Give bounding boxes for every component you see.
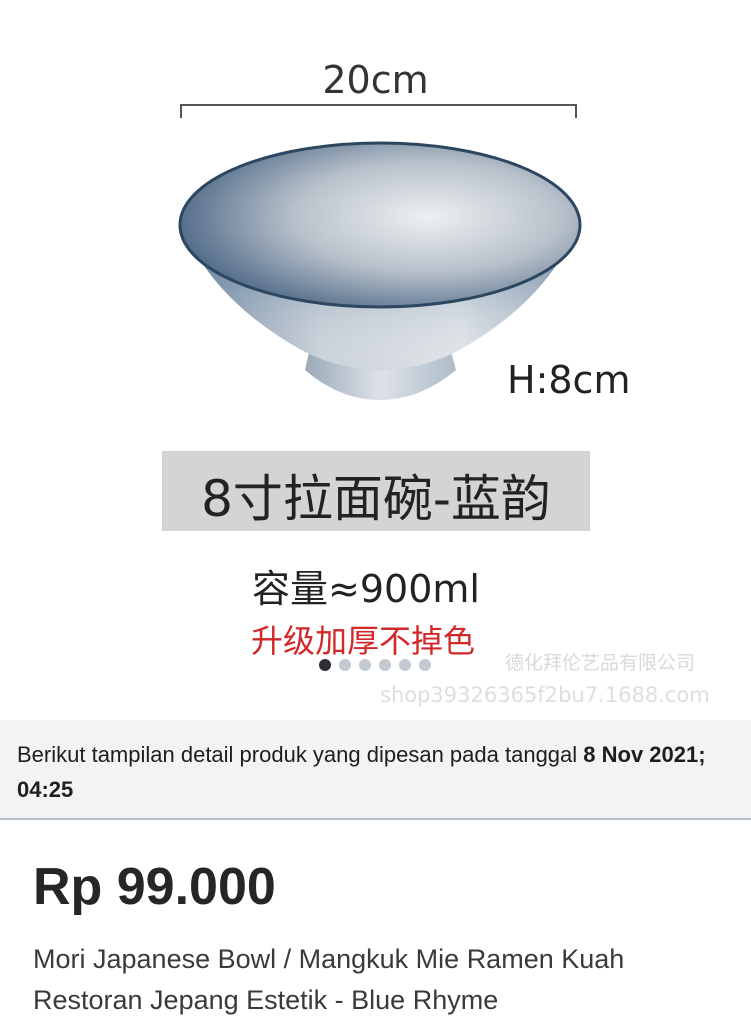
ramen-bowl-image (178, 141, 582, 400)
product-name-cn: 8寸拉面碗-蓝韵 (201, 470, 551, 528)
order-info-message: Berikut tampilan detail produk yang dipe… (17, 742, 584, 767)
watermark-url: shop39326365f2bu7.1688.com (380, 683, 710, 707)
carousel-indicator[interactable] (319, 659, 431, 671)
product-title: Mori Japanese Bowl / Mangkuk Mie Ramen K… (33, 944, 625, 1015)
order-info-text: Berikut tampilan detail produk yang dipe… (17, 737, 717, 807)
order-info-banner: Berikut tampilan detail produk yang dipe… (0, 720, 751, 820)
watermark-company: 德化拜伦艺品有限公司 (505, 652, 696, 674)
carousel-dot-5[interactable] (399, 659, 411, 671)
height-dimension-label: H:8cm (507, 358, 631, 402)
carousel-dot-3[interactable] (359, 659, 371, 671)
product-name-banner: 8寸拉面碗-蓝韵 (162, 451, 590, 531)
carousel-dot-6[interactable] (419, 659, 431, 671)
carousel-dot-4[interactable] (379, 659, 391, 671)
carousel-dot-1[interactable] (319, 659, 331, 671)
product-image-gallery[interactable]: 20cm H:8cm 8寸拉面碗-蓝韵 容量≈900ml 升级加厚不掉色 德化拜… (0, 0, 751, 720)
capacity-label: 容量≈900ml (252, 567, 480, 611)
carousel-dot-2[interactable] (339, 659, 351, 671)
product-price: Rp 99.000 (33, 858, 276, 916)
upgrade-note: 升级加厚不掉色 (251, 622, 476, 660)
